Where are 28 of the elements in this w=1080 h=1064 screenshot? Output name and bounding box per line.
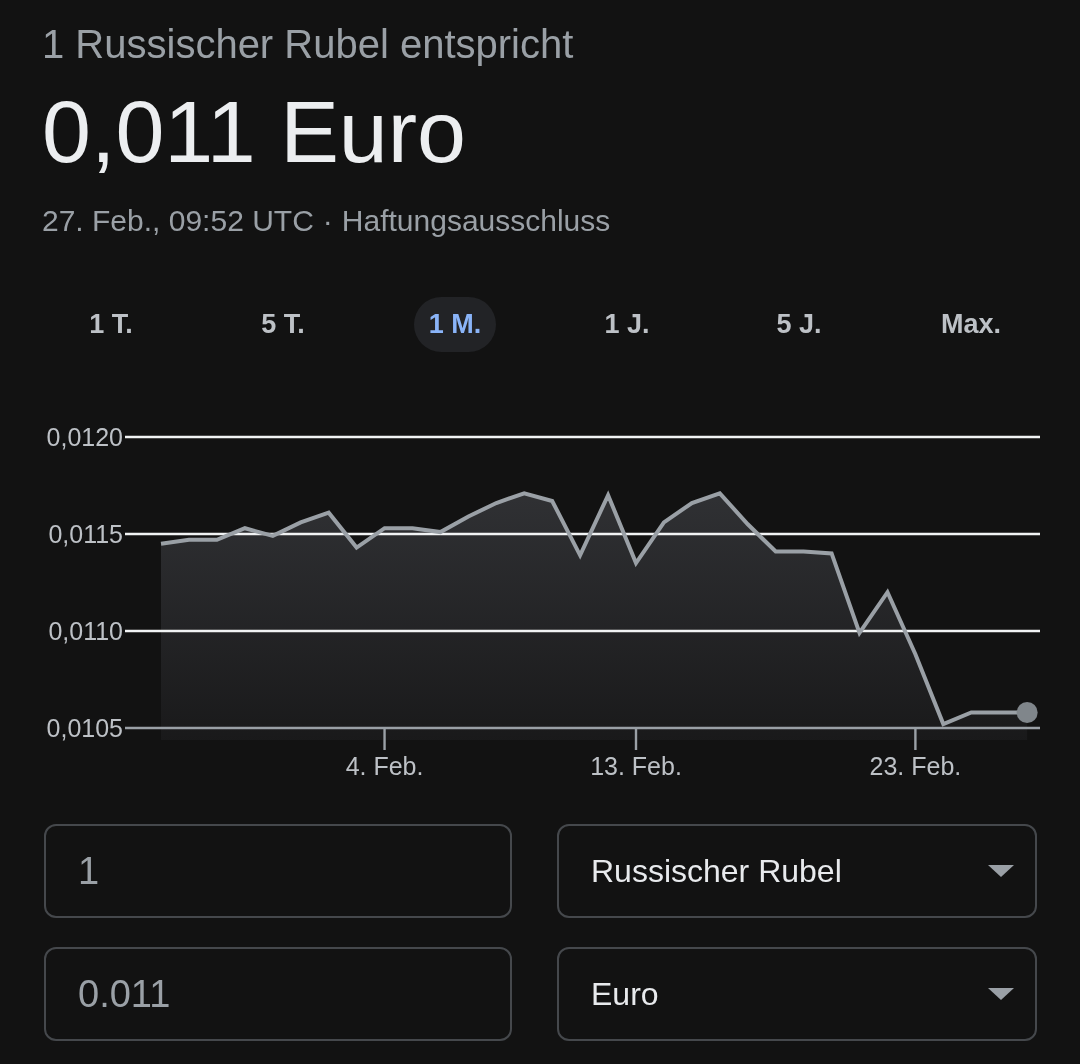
- separator: ·: [322, 203, 333, 239]
- tick-mark: [383, 728, 386, 750]
- caret-icon: [988, 988, 1014, 1000]
- y-axis-label: 0,0110: [48, 617, 123, 645]
- range-tab[interactable]: 1 M.: [413, 297, 497, 352]
- y-axis-label: 0,0105: [46, 714, 123, 742]
- range-tab[interactable]: 5 T.: [246, 297, 320, 352]
- x-axis-label: 23. Feb.: [869, 752, 962, 780]
- range-tab[interactable]: 1 J.: [589, 297, 665, 352]
- amount-input[interactable]: 0.011: [44, 947, 512, 1041]
- currency-select[interactable]: Russischer Rubel: [557, 824, 1037, 918]
- amount-input[interactable]: 1: [44, 824, 512, 918]
- currency-select[interactable]: Euro: [557, 947, 1037, 1041]
- tick-mark: [914, 728, 917, 750]
- conversion-heading: 1 Russischer Rubel entspricht: [42, 21, 575, 67]
- range-tab[interactable]: 1 T.: [74, 297, 148, 352]
- range-tab[interactable]: Max.: [926, 297, 1016, 352]
- converted-value: 0,011 Euro: [42, 82, 467, 182]
- x-axis-label: 4. Feb.: [345, 752, 424, 780]
- y-axis-label: 0,0115: [48, 520, 123, 548]
- current-point-marker: [1016, 702, 1038, 723]
- caret-icon: [988, 865, 1014, 877]
- range-tab[interactable]: 5 J.: [761, 297, 837, 352]
- disclaimer-link[interactable]: Haftungsausschluss: [341, 203, 611, 239]
- tick-mark: [634, 728, 638, 750]
- x-axis-label: 13. Feb.: [590, 752, 682, 780]
- y-axis-label: 0,0120: [46, 423, 123, 451]
- timestamp: 27. Feb., 09:52 UTC: [42, 203, 314, 239]
